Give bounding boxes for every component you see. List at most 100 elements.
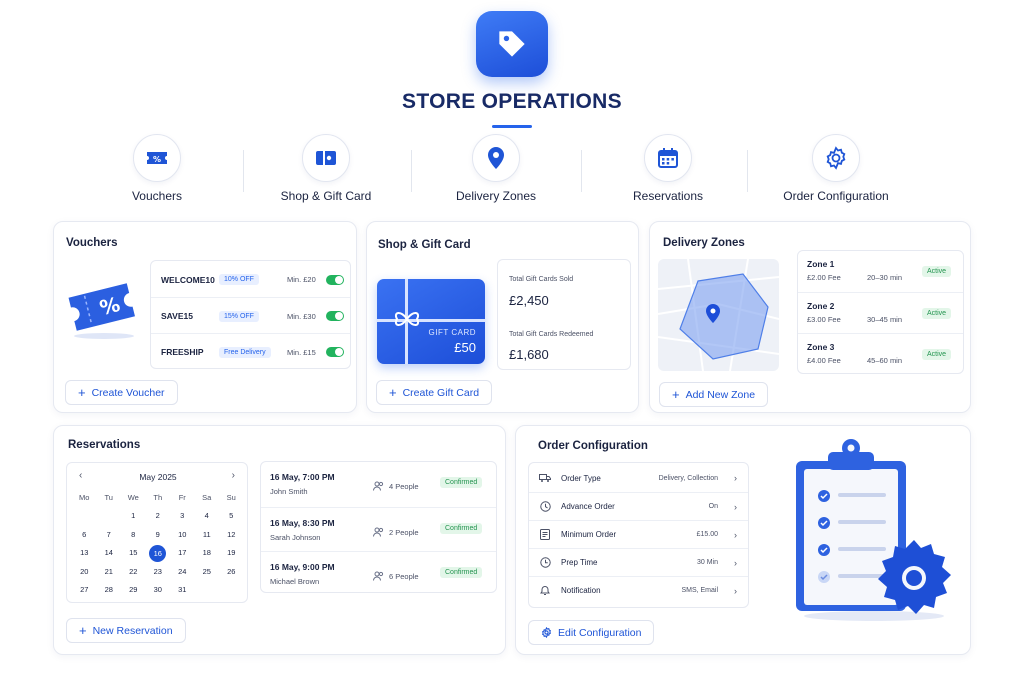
nav-divider <box>411 150 412 192</box>
calendar-day[interactable]: 3 <box>170 507 195 526</box>
status-badge: Confirmed <box>440 523 483 534</box>
calendar-day[interactable]: 30 <box>146 581 171 600</box>
map-pin-icon <box>472 134 520 182</box>
calendar-day[interactable]: 25 <box>195 563 220 582</box>
zone-fee: £3.00 Fee <box>807 315 841 324</box>
delivery-zones-card: Delivery Zones Zone 1 £2.00 Fee 20–30 mi… <box>649 221 971 413</box>
edit-configuration-button[interactable]: Edit Configuration <box>528 620 655 645</box>
voucher-illustration-icon: % <box>66 274 138 347</box>
config-row-notification[interactable]: Notification SMS, Email › <box>529 576 748 604</box>
calendar-day[interactable]: 24 <box>170 563 195 582</box>
calendar-day[interactable]: 4 <box>195 507 220 526</box>
nav-order-configuration[interactable]: Order Configuration <box>761 134 911 203</box>
reservation-row[interactable]: 16 May, 9:00 PM Michael Brown 6 People C… <box>261 551 496 596</box>
calendar-day[interactable]: 21 <box>97 563 122 582</box>
voucher-toggle[interactable] <box>326 311 344 321</box>
nav-vouchers[interactable]: % Vouchers <box>82 134 232 203</box>
config-list: Order Type Delivery, Collection › Advanc… <box>528 462 749 608</box>
config-row-minimum-order[interactable]: Minimum Order £15.00 › <box>529 520 748 548</box>
clock-icon <box>539 501 551 513</box>
new-reservation-button[interactable]: + New Reservation <box>66 618 186 643</box>
calendar-day[interactable]: 10 <box>170 526 195 545</box>
chevron-right-icon: › <box>734 529 737 540</box>
reservation-list: 16 May, 7:00 PM John Smith 4 People Conf… <box>260 461 497 593</box>
zone-row[interactable]: Zone 3 £4.00 Fee 45–60 min Active <box>798 333 963 374</box>
calendar-weekday: Sa <box>202 493 212 502</box>
calendar-day[interactable]: 22 <box>121 563 146 582</box>
zone-row[interactable]: Zone 1 £2.00 Fee 20–30 min Active <box>798 251 963 292</box>
reservation-time: 16 May, 8:30 PM <box>270 518 335 528</box>
gift-card-icon <box>302 134 350 182</box>
calendar-day[interactable]: 14 <box>97 544 122 563</box>
app-logo <box>476 11 548 77</box>
zone-time: 30–45 min <box>867 315 903 324</box>
calendar-day[interactable]: 13 <box>72 544 97 563</box>
voucher-toggle[interactable] <box>326 347 344 357</box>
calendar-day[interactable]: 12 <box>219 526 244 545</box>
nav-reservations[interactable]: Reservations <box>593 134 743 203</box>
map-graphic <box>658 259 779 371</box>
calendar-day[interactable]: 19 <box>219 544 244 563</box>
bow-icon <box>395 312 419 326</box>
voucher-row[interactable]: SAVE15 15% OFF Min. £30 <box>151 297 350 334</box>
plus-icon: + <box>79 623 87 638</box>
calendar-day[interactable]: 29 <box>121 581 146 600</box>
chevron-right-icon[interactable]: › <box>232 470 235 481</box>
config-row-prep-time[interactable]: Prep Time 30 Min › <box>529 548 748 576</box>
gift-card-card: Shop & Gift Card GIFT CARD £50 Total Gif… <box>366 221 639 413</box>
reservation-row[interactable]: 16 May, 7:00 PM John Smith 4 People Conf… <box>261 462 496 507</box>
calendar-day[interactable]: 7 <box>97 526 122 545</box>
voucher-minimum: Min. £20 <box>287 275 316 284</box>
create-gift-card-button[interactable]: + Create Gift Card <box>376 380 493 405</box>
voucher-toggle[interactable] <box>326 274 344 285</box>
status-badge: Active <box>922 349 952 360</box>
create-voucher-button[interactable]: + Create Voucher <box>65 380 178 405</box>
status-badge: Active <box>922 308 952 319</box>
calendar-day[interactable]: 26 <box>219 563 244 582</box>
calendar-day[interactable]: 23 <box>146 563 171 582</box>
config-row-order-type[interactable]: Order Type Delivery, Collection › <box>529 464 748 492</box>
zone-name: Zone 2 <box>807 301 835 311</box>
status-badge: Confirmed <box>440 477 483 488</box>
reservations-card: Reservations ‹ May 2025 › Mo Tu We Th Fr Sa Su… <box>53 425 506 655</box>
calendar-day[interactable]: 1 <box>121 507 146 526</box>
calendar-day[interactable]: 20 <box>72 563 97 582</box>
calendar-day[interactable]: 2 <box>146 507 171 526</box>
voucher-row[interactable]: FREESHIP Free Delivery Min. £15 <box>151 333 350 370</box>
page-title: STORE OPERATIONS <box>402 90 622 113</box>
config-value: Delivery, Collection <box>658 474 718 482</box>
calendar-day[interactable]: 18 <box>195 544 220 563</box>
nav-label: Order Configuration <box>783 189 889 203</box>
voucher-icon: % <box>133 134 181 182</box>
reservation-time: 16 May, 7:00 PM <box>270 472 335 482</box>
calendar-day[interactable]: 15 <box>121 544 146 563</box>
calendar-day[interactable]: 11 <box>195 526 220 545</box>
calendar-day[interactable]: 28 <box>97 581 122 600</box>
calendar-day[interactable]: 5 <box>219 507 244 526</box>
add-new-zone-button[interactable]: + Add New Zone <box>659 382 769 407</box>
calendar-day[interactable]: 6 <box>72 526 97 545</box>
calendar-day[interactable]: 31 <box>170 581 195 600</box>
calendar-day[interactable]: 8 <box>121 526 146 545</box>
zone-map[interactable] <box>658 259 779 371</box>
calendar-day-selected[interactable]: 16 <box>149 545 167 562</box>
calendar-day[interactable]: 9 <box>146 526 171 545</box>
calendar-day[interactable]: 17 <box>170 544 195 563</box>
nav-delivery-zones[interactable]: Delivery Zones <box>421 134 571 203</box>
clipboard-illustration-icon <box>784 436 956 631</box>
nav-shop-gift-card[interactable]: Shop & Gift Card <box>251 134 401 203</box>
tag-icon <box>499 31 525 57</box>
nav-label: Delivery Zones <box>455 189 537 203</box>
voucher-row[interactable]: WELCOME10 10% OFF Min. £20 <box>151 261 350 298</box>
chevron-right-icon: › <box>734 501 737 512</box>
calendar-day[interactable]: 16 <box>146 544 171 563</box>
reservation-row[interactable]: 16 May, 8:30 PM Sarah Johnson 2 People C… <box>261 507 496 552</box>
card-title: Order Configuration <box>538 440 648 452</box>
calendar-day[interactable]: 27 <box>72 581 97 600</box>
zone-row[interactable]: Zone 2 £3.00 Fee 30–45 min Active <box>798 292 963 333</box>
stat-label: Total Gift Cards Redeemed <box>509 331 594 338</box>
status-badge: Confirmed <box>440 567 483 578</box>
button-label: Create Gift Card <box>402 386 480 399</box>
plus-icon: + <box>78 385 86 400</box>
config-row-advance-order[interactable]: Advance Order On › <box>529 492 748 520</box>
